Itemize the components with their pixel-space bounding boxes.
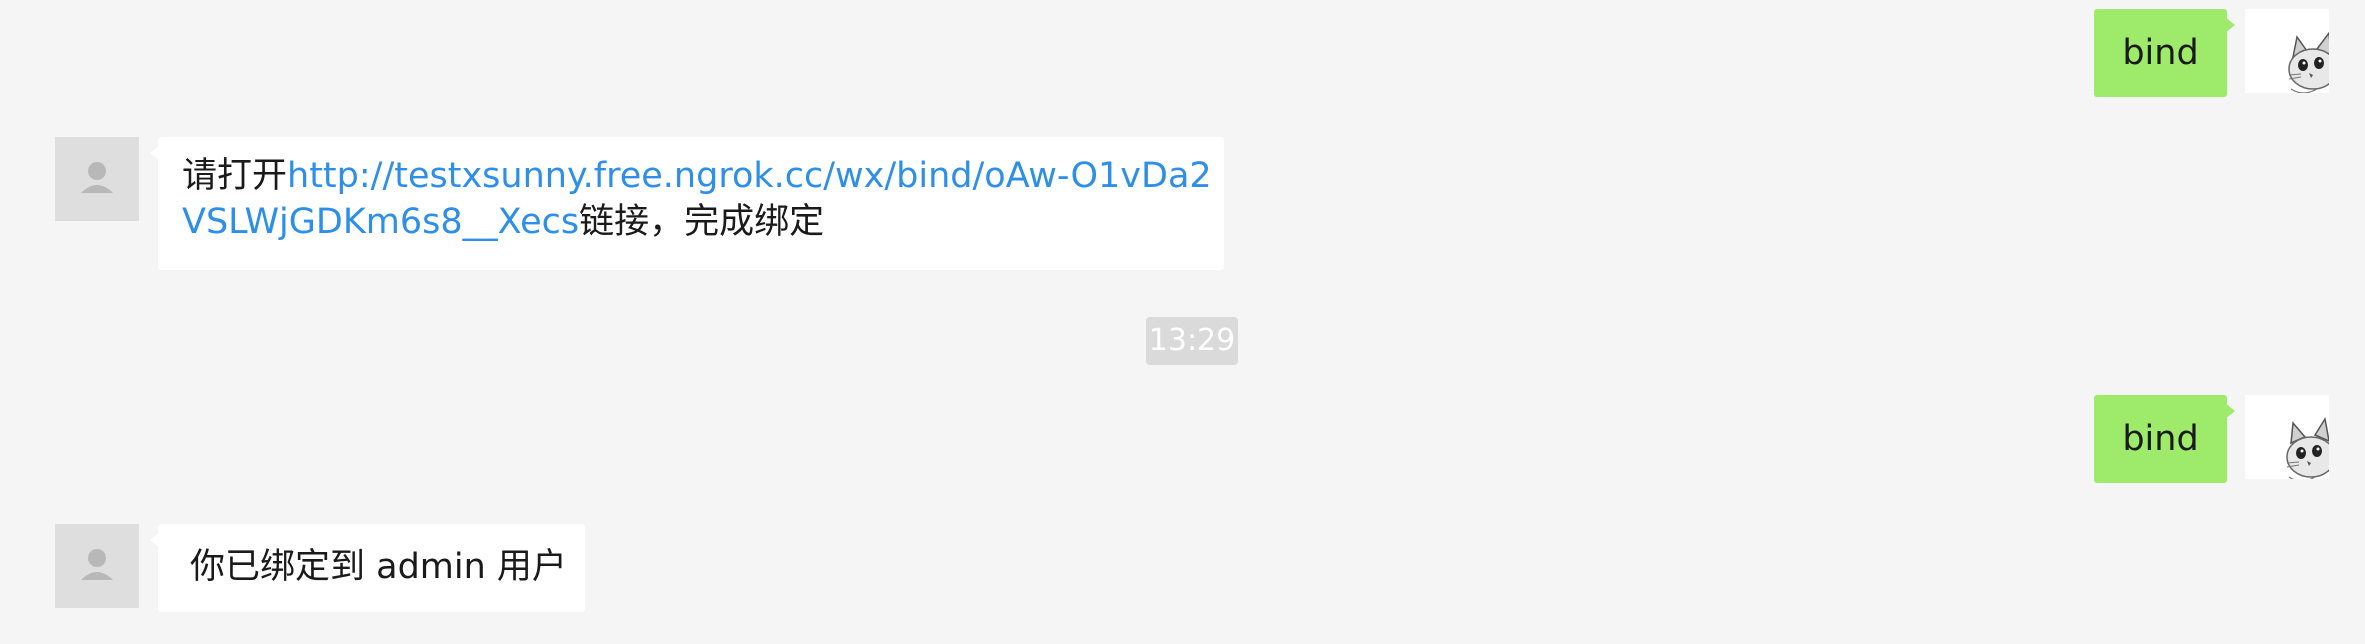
message-row-received: 你已绑定到 admin 用户: [0, 500, 2365, 644]
received-bubble: 你已绑定到 admin 用户: [150, 524, 585, 612]
message-row-received: 请打开http://testxsunny.free.ngrok.cc/wx/bi…: [0, 120, 2365, 280]
contact-avatar[interactable]: [55, 524, 139, 608]
bind-link[interactable]: http://testxsunny.free.ngrok.cc/wx/bind/…: [287, 156, 1212, 196]
timestamp-text: 13:29: [1148, 323, 1236, 358]
self-avatar[interactable]: [2245, 9, 2329, 93]
cat-avatar-icon: [2245, 9, 2329, 93]
received-bubble: 请打开http://testxsunny.free.ngrok.cc/wx/bi…: [150, 137, 1224, 270]
message-text: bind: [2122, 33, 2199, 73]
message-line-1: 请打开http://testxsunny.free.ngrok.cc/wx/bi…: [182, 153, 1212, 199]
message-text-suffix: 链接，完成绑定: [579, 202, 825, 242]
sent-bubble[interactable]: bind: [2094, 9, 2235, 97]
message-row-sent: bind: [0, 0, 2365, 120]
user-silhouette-icon: [55, 137, 139, 221]
message-line-2: VSLWjGDKm6s8__Xecs链接，完成绑定: [182, 199, 1200, 245]
contact-avatar[interactable]: [55, 137, 139, 221]
timestamp-badge: 13:29: [1146, 317, 1238, 365]
message-text-prefix: 请打开: [182, 156, 288, 196]
message-row-sent: bind: [0, 380, 2365, 500]
cat-avatar-icon: [2245, 395, 2329, 479]
sent-bubble[interactable]: bind: [2094, 395, 2235, 483]
bind-link-continued[interactable]: VSLWjGDKm6s8__Xecs: [182, 202, 579, 242]
message-text: bind: [2122, 419, 2199, 459]
message-text: 你已绑定到 admin 用户: [190, 547, 567, 587]
user-silhouette-icon: [55, 524, 139, 608]
self-avatar[interactable]: [2245, 395, 2329, 479]
